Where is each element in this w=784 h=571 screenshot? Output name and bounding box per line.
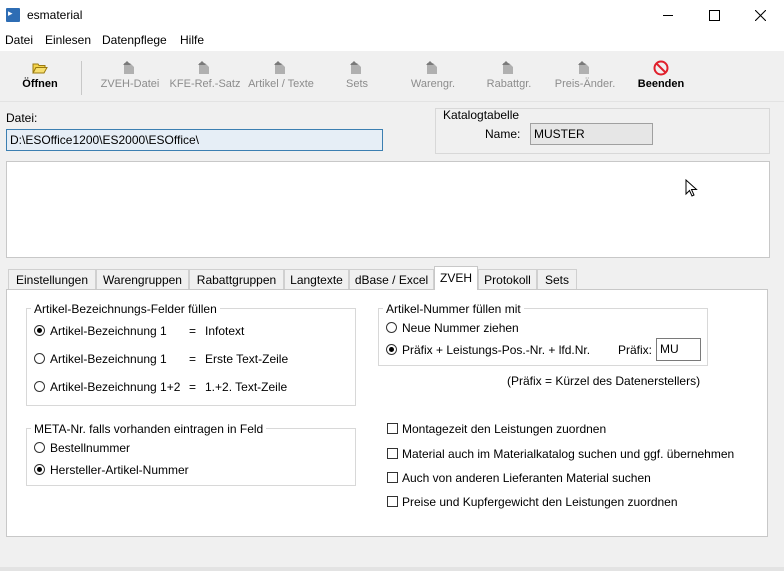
meta-option-2-label[interactable]: Hersteller-Artikel-Nummer — [50, 463, 189, 477]
tab-zveh[interactable]: ZVEH — [434, 266, 478, 290]
toolbar-separator — [81, 61, 82, 95]
nummer-option-1-label[interactable]: Neue Nummer ziehen — [402, 321, 519, 335]
tab-langtexte[interactable]: Langtexte — [284, 269, 349, 289]
maximize-icon — [708, 10, 720, 21]
nummer-option-2-label[interactable]: Präfix + Leistungs-Pos.-Nr. + lfd.Nr. — [402, 343, 590, 357]
bezeichnung-option-3-radio[interactable] — [34, 381, 45, 392]
sets-button[interactable]: Sets — [319, 60, 395, 96]
menu-datenpflege[interactable]: Datenpflege — [102, 33, 167, 47]
preis-aender-label: Preis-Änder. — [554, 78, 616, 90]
beenden-button[interactable]: Beenden — [623, 60, 699, 96]
tab-einstellungen[interactable]: Einstellungen — [8, 269, 96, 289]
import-arrow-icon — [578, 61, 589, 74]
warengr-button[interactable]: Warengr. — [395, 60, 471, 96]
window-title: esmaterial — [27, 8, 83, 22]
import-arrow-icon — [198, 61, 209, 74]
sets-label: Sets — [345, 78, 368, 90]
menu-datei[interactable]: Datei — [5, 33, 33, 47]
bezeichnung-option-3-label[interactable]: Artikel-Bezeichnung 1+2 — [50, 380, 180, 394]
import-arrow-icon — [274, 61, 285, 74]
folder-open-icon — [32, 63, 48, 74]
bezeichnung-option-2-label[interactable]: Artikel-Bezeichnung 1 — [50, 352, 167, 366]
meta-group — [26, 428, 356, 486]
meta-option-1-radio[interactable] — [34, 442, 45, 453]
praefix-input[interactable]: MU — [656, 338, 701, 361]
minimize-icon — [663, 15, 673, 16]
menu-einlesen[interactable]: Einlesen — [45, 33, 91, 47]
open-button[interactable]: Öffnen — [2, 60, 78, 96]
mouse-cursor-icon — [685, 179, 698, 197]
bezeichnung-option-3-eq: = — [189, 380, 197, 394]
bezeichnung-option-1-eq: = — [189, 324, 197, 338]
app-icon: ▸ — [6, 8, 20, 22]
bezeichnung-option-2-target: Erste Text-Zeile — [205, 352, 289, 366]
tab-protokoll[interactable]: Protokoll — [478, 269, 537, 289]
minimize-button[interactable] — [645, 0, 691, 31]
katalogtabelle-title: Katalogtabelle — [443, 108, 520, 122]
open-label: Öffnen — [22, 78, 58, 90]
name-label: Name: — [485, 127, 521, 141]
datei-input[interactable]: D:\ESOffice1200\ES2000\ESOffice\ — [6, 129, 383, 151]
praefix-note: (Präfix = Kürzel des Datenerstellers) — [507, 374, 701, 388]
rabattgr-label: Rabattgr. — [486, 78, 532, 90]
bezeichnung-option-1-target: Infotext — [205, 324, 245, 338]
log-area[interactable] — [6, 161, 770, 258]
montagezeit-checkbox[interactable] — [387, 423, 398, 434]
menu-hilfe[interactable]: Hilfe — [180, 33, 204, 47]
nummer-option-2-radio[interactable] — [386, 344, 397, 355]
import-arrow-icon — [502, 61, 513, 74]
bezeichnung-option-3-target: 1.+2. Text-Zeile — [205, 380, 288, 394]
materialkatalog-label[interactable]: Material auch im Materialkatalog suchen … — [402, 447, 734, 461]
maximize-button[interactable] — [691, 0, 737, 31]
nummer-group-title: Artikel-Nummer füllen mit — [383, 302, 524, 316]
artikel-texte-button[interactable]: Artikel / Texte — [243, 60, 319, 96]
import-arrow-icon — [426, 61, 437, 74]
bezeichnung-option-2-eq: = — [189, 352, 197, 366]
kupfergewicht-label[interactable]: Preise und Kupfergewicht den Leistungen … — [402, 495, 678, 509]
bezeichnung-option-1-label[interactable]: Artikel-Bezeichnung 1 — [50, 324, 167, 338]
name-field: MUSTER — [530, 123, 653, 145]
close-button[interactable] — [737, 0, 783, 31]
kfe-ref-satz-label: KFE-Ref.-Satz — [169, 78, 241, 90]
warengr-label: Warengr. — [410, 78, 456, 90]
import-arrow-icon — [123, 61, 134, 74]
zveh-datei-button[interactable]: ZVEH-Datei — [92, 60, 168, 96]
kfe-ref-satz-button[interactable]: KFE-Ref.-Satz — [167, 60, 243, 96]
lieferanten-checkbox[interactable] — [387, 472, 398, 483]
stop-icon — [653, 60, 669, 76]
tab-sets[interactable]: Sets — [537, 269, 577, 289]
beenden-label: Beenden — [637, 78, 685, 90]
meta-option-1-label[interactable]: Bestellnummer — [50, 441, 130, 455]
montagezeit-label[interactable]: Montagezeit den Leistungen zuordnen — [402, 422, 606, 436]
lieferanten-label[interactable]: Auch von anderen Lieferanten Material su… — [402, 471, 651, 485]
preis-aender-button[interactable]: Preis-Änder. — [547, 60, 623, 96]
rabattgr-button[interactable]: Rabattgr. — [471, 60, 547, 96]
bezeichnung-option-1-radio[interactable] — [34, 325, 45, 336]
tab-dbase-excel[interactable]: dBase / Excel — [349, 269, 434, 289]
meta-group-title: META-Nr. falls vorhanden eintragen in Fe… — [31, 422, 267, 436]
tab-rabattgruppen[interactable]: Rabattgruppen — [189, 269, 284, 289]
artikel-texte-label: Artikel / Texte — [248, 78, 314, 90]
status-bar — [0, 567, 784, 571]
materialkatalog-checkbox[interactable] — [387, 448, 398, 459]
kupfergewicht-checkbox[interactable] — [387, 496, 398, 507]
bezeichnung-option-2-radio[interactable] — [34, 353, 45, 364]
import-arrow-icon — [350, 61, 361, 74]
zveh-datei-label: ZVEH-Datei — [100, 78, 160, 90]
close-icon — [754, 10, 766, 21]
bezeichnung-group-title: Artikel-Bezeichnungs-Felder füllen — [31, 302, 220, 316]
tab-warengruppen[interactable]: Warengruppen — [96, 269, 189, 289]
datei-label: Datei: — [6, 111, 38, 125]
praefix-label: Präfix: — [618, 343, 653, 357]
nummer-option-1-radio[interactable] — [386, 322, 397, 333]
meta-option-2-radio[interactable] — [34, 464, 45, 475]
